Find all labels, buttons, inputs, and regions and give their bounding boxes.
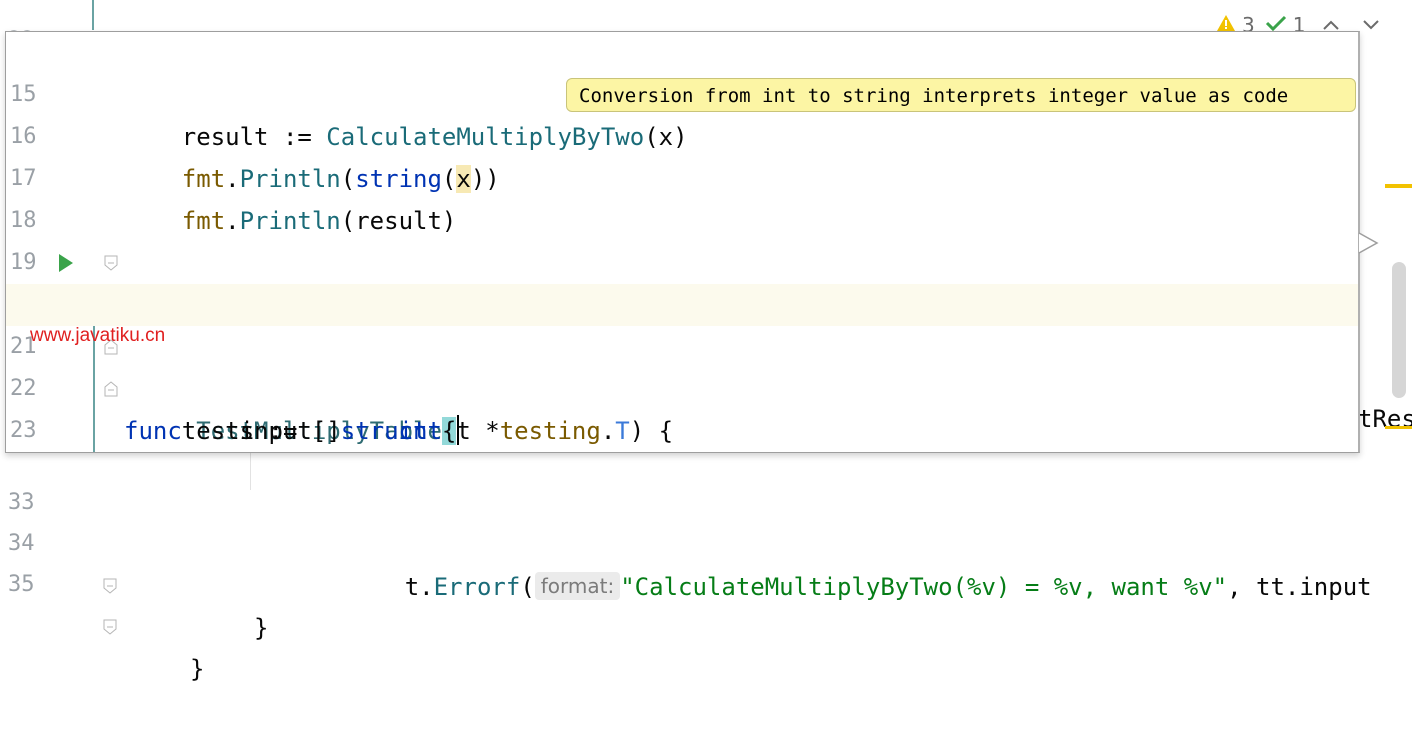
watermark: www.javatiku.cn xyxy=(30,325,166,346)
chevron-down-icon[interactable] xyxy=(1361,13,1381,37)
code-token: Errorf xyxy=(433,573,521,601)
code-line-21-current[interactable]: 21 tests := []struct { xyxy=(6,284,1358,445)
code-line-23[interactable]: 23 wantResult int xyxy=(6,368,1358,443)
code-token: } xyxy=(190,655,205,683)
code-token: , tt.input xyxy=(1227,573,1372,601)
scrollbar-thumb[interactable] xyxy=(1392,262,1406,398)
background-code-line-34[interactable]: 34 } xyxy=(0,481,1412,642)
code-token: } xyxy=(254,614,269,642)
fold-start-icon[interactable] xyxy=(104,255,118,355)
code-line-17[interactable]: 17 fmt.Println(result) xyxy=(6,116,1358,235)
code-token: t. xyxy=(404,573,434,601)
line-number: 24 xyxy=(10,452,50,453)
code-peek-popup[interactable]: 15 result := CalculateMultiplyByTwo(x) 1… xyxy=(5,31,1360,453)
run-test-icon[interactable] xyxy=(59,254,73,272)
code-line-24[interactable]: 24 }{ xyxy=(6,410,1358,452)
string-literal: "CalculateMultiplyByTwo(%v) = %v, want %… xyxy=(620,573,1228,601)
background-cut-text: tRes xyxy=(1358,405,1412,433)
popup-pointer-arrow xyxy=(1358,232,1379,254)
code-line-18[interactable]: 18 } xyxy=(6,158,1358,319)
fold-end-icon[interactable] xyxy=(103,535,117,635)
fold-start-icon[interactable] xyxy=(104,297,118,397)
code-line-20[interactable]: 20 func TestMultiplyTable(t *testing.T) … xyxy=(6,242,1358,445)
error-stripe-warning-mark[interactable] xyxy=(1385,426,1412,429)
parameter-hint: format: xyxy=(534,572,621,600)
code-line-22[interactable]: 22 input int xyxy=(6,326,1358,445)
code-token: ( xyxy=(520,573,535,601)
fold-end-icon[interactable] xyxy=(103,494,117,594)
code-line-15[interactable]: 15 result := CalculateMultiplyByTwo(x) xyxy=(6,32,1358,151)
background-code-line-22: 22 input int xyxy=(0,0,1412,139)
code-line-19[interactable]: 19 xyxy=(6,200,1358,275)
fold-end-icon[interactable] xyxy=(104,171,118,271)
error-stripe-warning-mark[interactable] xyxy=(1385,184,1412,188)
fold-end-icon[interactable] xyxy=(104,423,118,439)
background-code-line-35[interactable]: 35 } xyxy=(0,522,1412,683)
inspection-tooltip: Conversion from int to string interprets… xyxy=(566,78,1356,112)
line-number: 35 xyxy=(8,572,35,597)
